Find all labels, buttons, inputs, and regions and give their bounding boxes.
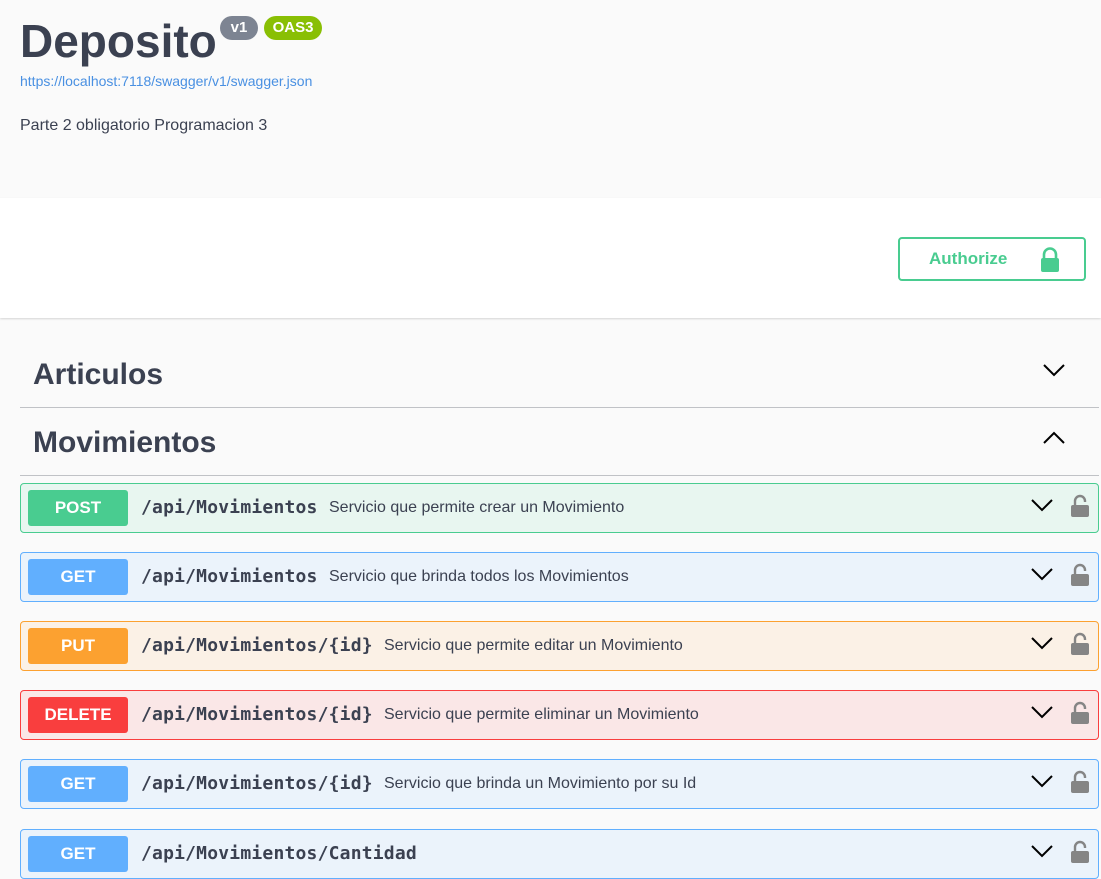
tag-articulos[interactable]: Articulos xyxy=(20,340,1099,408)
operation-summary: Servicio que permite crear un Movimiento xyxy=(329,499,625,516)
lock-icon[interactable] xyxy=(1070,701,1090,730)
operation-path: /api/Movimientos xyxy=(141,566,318,587)
method-badge: GET xyxy=(28,559,128,595)
chevron-down-icon[interactable] xyxy=(1030,773,1054,794)
operation-path: /api/Movimientos/{id} xyxy=(141,704,373,725)
scheme-container: Authorize xyxy=(0,198,1101,318)
authorize-label: Authorize xyxy=(929,249,1008,268)
chevron-down-icon[interactable] xyxy=(1030,843,1054,864)
info-section: Deposito v1 OAS3 https://localhost:7118/… xyxy=(0,0,1101,198)
chevron-down-icon xyxy=(1042,362,1066,383)
operation-path: /api/Movimientos xyxy=(141,497,318,518)
authorize-button[interactable]: Authorize xyxy=(898,237,1086,281)
operation-summary: Servicio que permite editar un Movimient… xyxy=(384,637,683,654)
operation-summary: Servicio que brinda un Movimiento por su… xyxy=(384,775,697,792)
method-badge: GET xyxy=(28,766,128,802)
spec-url-link[interactable]: https://localhost:7118/swagger/v1/swagge… xyxy=(20,73,312,89)
chevron-up-icon xyxy=(1042,430,1066,451)
operation-path: /api/Movimientos/{id} xyxy=(141,773,373,794)
api-description: Parte 2 obligatorio Programacion 3 xyxy=(20,117,268,134)
operation-path: /api/Movimientos/Cantidad xyxy=(141,843,417,864)
method-badge: PUT xyxy=(28,628,128,664)
operation-row[interactable]: DELETE/api/Movimientos/{id} Servicio que … xyxy=(20,690,1099,740)
operation-row[interactable]: PUT/api/Movimientos/{id} Servicio que per… xyxy=(20,621,1099,671)
lock-icon xyxy=(1039,247,1061,278)
operation-path: /api/Movimientos/{id} xyxy=(141,635,373,656)
method-badge: POST xyxy=(28,490,128,526)
operation-row[interactable]: POST/api/Movimientos Servicio que permite… xyxy=(20,483,1099,533)
lock-icon[interactable] xyxy=(1070,840,1090,869)
version-badge: v1 xyxy=(220,16,258,40)
page-title: Deposito xyxy=(20,15,217,67)
operation-summary: Servicio que brinda todos los Movimiento… xyxy=(329,568,629,585)
operation-row[interactable]: GET/api/Movimientos/Cantidad xyxy=(20,829,1099,879)
chevron-down-icon[interactable] xyxy=(1030,704,1054,725)
lock-icon[interactable] xyxy=(1070,563,1090,592)
tag-movimientos[interactable]: Movimientos xyxy=(20,408,1099,476)
operation-row[interactable]: GET/api/Movimientos Servicio que brinda t… xyxy=(20,552,1099,602)
tag-title: Movimientos xyxy=(33,426,217,459)
oas-badge: OAS3 xyxy=(264,16,322,40)
lock-icon[interactable] xyxy=(1070,494,1090,523)
lock-icon[interactable] xyxy=(1070,770,1090,799)
lock-icon[interactable] xyxy=(1070,632,1090,661)
operation-summary: Servicio que permite eliminar un Movimie… xyxy=(384,706,699,723)
method-badge: DELETE xyxy=(28,697,128,733)
tag-title: Articulos xyxy=(33,358,164,391)
chevron-down-icon[interactable] xyxy=(1030,635,1054,656)
operation-row[interactable]: GET/api/Movimientos/{id} Servicio que bri… xyxy=(20,759,1099,809)
method-badge: GET xyxy=(28,836,128,872)
chevron-down-icon[interactable] xyxy=(1030,497,1054,518)
chevron-down-icon[interactable] xyxy=(1030,566,1054,587)
